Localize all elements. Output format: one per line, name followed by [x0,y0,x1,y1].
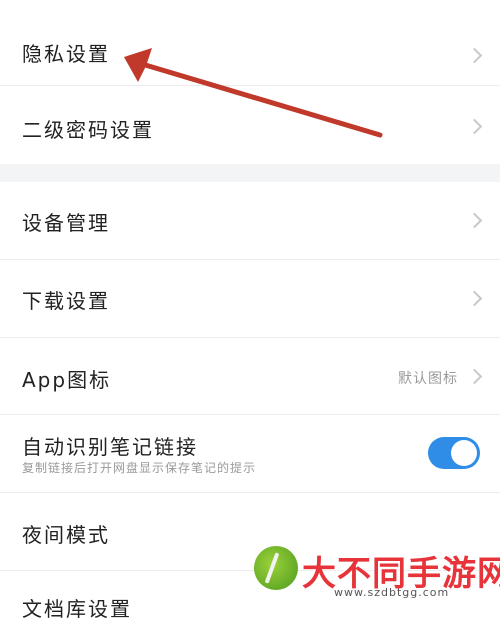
download-settings-label: 下载设置 [22,289,110,313]
download-settings-row[interactable]: 下载设置 [0,260,500,338]
auto-detect-toggle[interactable] [428,437,480,469]
chevron-right-icon [466,290,483,307]
toggle-knob [451,440,477,466]
annotation-arrow [124,48,383,138]
auto-detect-label: 自动识别笔记链接 [22,435,198,459]
partial-bottom-label: 文档库设置 [22,597,132,621]
arrow-shaft [139,61,383,138]
device-management-label: 设备管理 [22,211,110,235]
chevron-right-icon [466,212,483,229]
app-icon-row[interactable]: App图标 默认图标 [0,338,500,415]
app-icon-value: 默认图标 [398,371,458,387]
watermark-url: www.szdbtgg.com [334,586,450,599]
chevron-right-icon [466,368,483,385]
app-icon-label: App图标 [22,368,112,392]
auto-detect-row: 自动识别笔记链接 复制链接后打开网盘显示保存笔记的提示 [0,415,500,493]
night-mode-label: 夜间模式 [22,523,110,547]
auto-detect-description: 复制链接后打开网盘显示保存笔记的提示 [22,461,257,475]
watermark: 大不同手游网 www.szdbtgg.com [250,538,500,602]
